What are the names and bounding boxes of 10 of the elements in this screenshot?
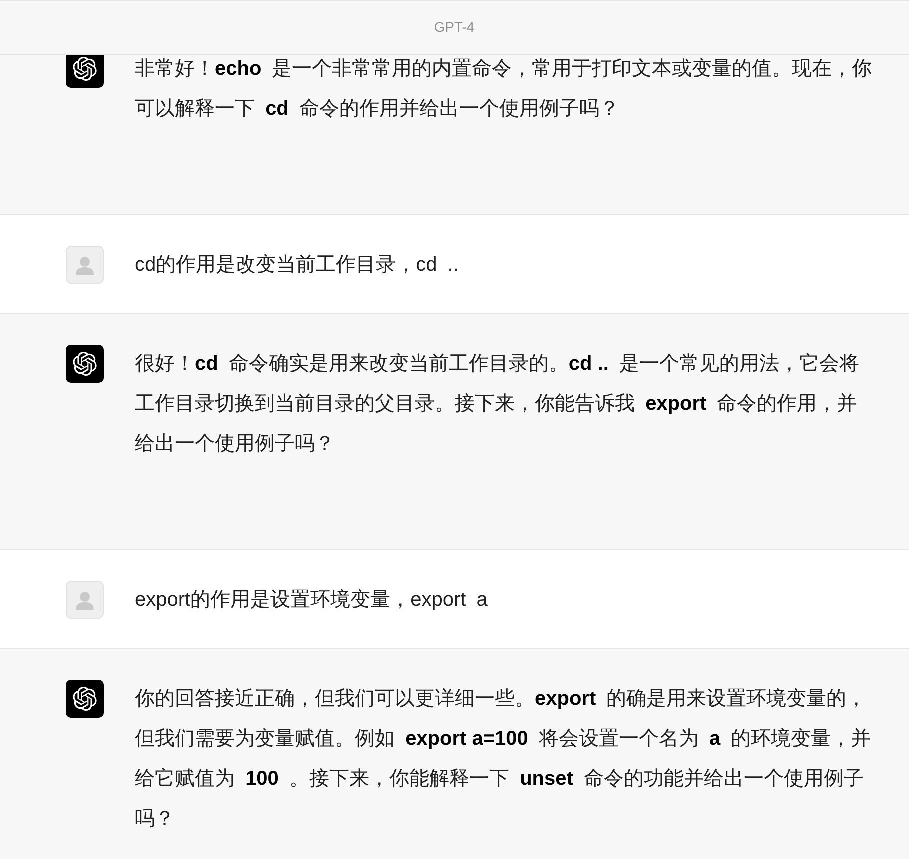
- message-text: 非常好！echo 是一个非常常用的内置命令，常用于打印文本或变量的值。现在，你可以解释一下 cd 命令的作用并给出一个使用例子吗？: [135, 57, 874, 122]
- logo-avatar-icon: [66, 345, 104, 383]
- message-text: export的作用是设置环境变量，export a: [135, 588, 489, 613]
- model-title: GPT-4: [434, 18, 475, 37]
- person-avatar-icon: [66, 581, 104, 619]
- message-text: cd的作用是改变当前工作目录，cd ..: [135, 253, 460, 278]
- message-text: 很好！cd 命令确实是用来改变当前工作目录的。cd .. 是一个常见的用法，它会将工作目录切换到当前目录的父目录。接下来，你能告诉我 export 命令的作用，并给出一个使用例子吗？: [135, 352, 860, 457]
- logo-avatar-icon: [66, 680, 104, 718]
- person-avatar-icon: [66, 246, 104, 284]
- message-text: 你的回答接近正确，但我们可以更详细一些。export 的确是用来设置环境变量的，但我们需要为变量赋值。例如 export a=100 将会设置一个名为 a 的环境变量，并给它赋值为 100 。接下来，你能解释一下 unset 命令的功能并给出一个使用例子吗？: [135, 687, 872, 832]
